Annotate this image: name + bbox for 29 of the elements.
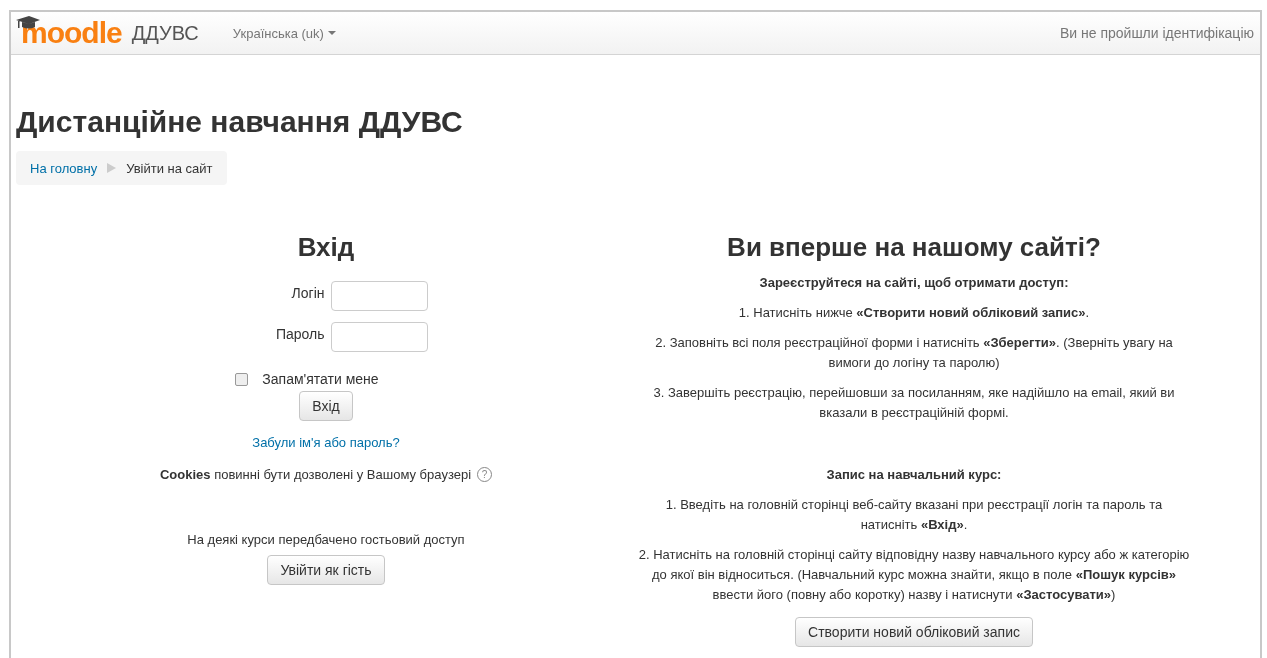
section-title: Запис на навчальний курс: (825, 466, 1003, 484)
page-title: Дистанційне навчання ДДУВС (16, 105, 464, 139)
input-field[interactable] (330, 281, 428, 311)
create-account-button[interactable]: Створити новий обліковий запис (795, 617, 1033, 647)
forgot-password-link[interactable]: Забули ім'я або пароль? (252, 435, 400, 450)
breadcrumb-link[interactable]: На головну (30, 160, 98, 176)
input-field[interactable] (330, 322, 428, 352)
field-label: Пароль (274, 325, 325, 342)
instruction-step: 2. Заповніть всі поля реєстраційної форми і натисніть «Зберегти». (Зверніть увагу на вимоги до логіну та паролю) (636, 333, 1192, 373)
instruction-step: 2. Натисніть на головній сторінці сайту відповідну назву навчального курсу або ж категорію до якої він відноситься. (Навчальний курс можна знайти, якщо в поле «Пошук курсів» ввести його (повну або коротку) назву і натиснути «Застосувати») (636, 545, 1192, 605)
breadcrumb-current: Увійти на сайт (126, 160, 213, 176)
section-title: Зареєструйтеся на сайті, щоб отримати доступ: (758, 274, 1070, 292)
instruction-step: 3. Завершіть реєстрацію, перейшовши за посиланням, яке надійшло на email, який ви вказали в реєстраційній формі. (636, 383, 1192, 423)
language-menu[interactable]: Українська (uk) (232, 25, 336, 41)
field-label: Логін (290, 284, 325, 301)
login-heading: Вхід (297, 231, 355, 263)
instruction-step: 1. Введіть на головній сторінці веб-сайту вказані при реєстрації логін та пароль та натисніть «Вхід». (636, 495, 1192, 535)
guest-note: На деякі курси передбачено гостьовий доступ (187, 532, 465, 547)
checkbox-label: Запам'ятати мене (262, 371, 379, 387)
caret-icon (327, 31, 336, 35)
checkbox[interactable] (235, 372, 249, 386)
site-name[interactable]: ДДУВС (131, 21, 199, 45)
login-status: Ви не пройшли ідентифікацію (1059, 25, 1254, 41)
login-button[interactable]: Вхід (299, 391, 353, 421)
separator-icon (107, 163, 117, 173)
instruction-step: 1. Натисніть нижче «Створити новий обліковий запис». (636, 303, 1192, 323)
cookies-note: Cookies повинні бути дозволені у Вашому браузері (159, 467, 472, 482)
signup-heading: Ви вперше на нашому сайті? (727, 231, 1101, 263)
guest-login-button[interactable]: Увійти як гість (267, 555, 385, 585)
